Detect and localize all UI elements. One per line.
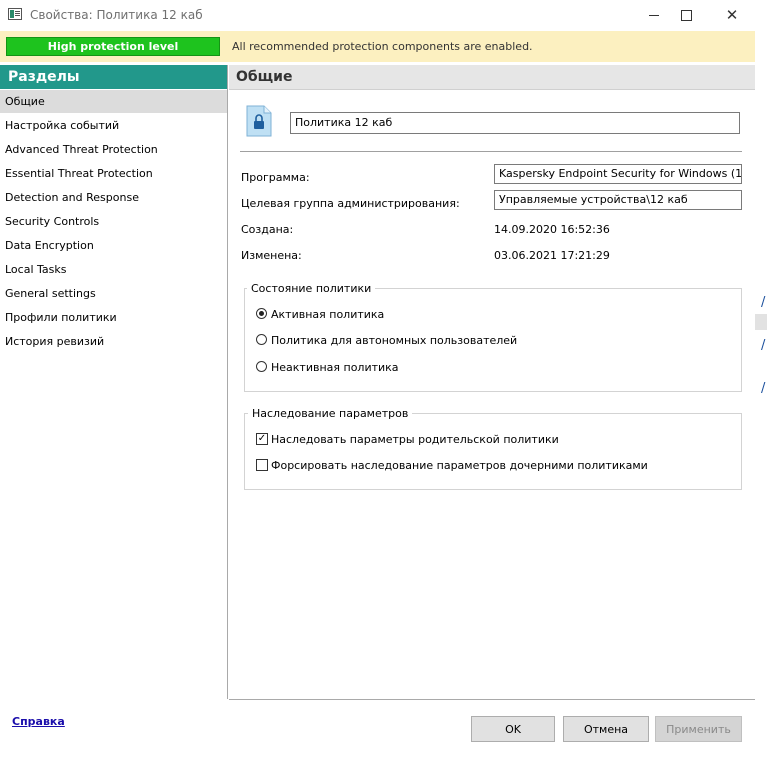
sidebar-item-detection-response[interactable]: Detection and Response bbox=[0, 186, 227, 209]
ok-button[interactable]: OK bbox=[471, 716, 555, 742]
sidebar-item-event-settings[interactable]: Настройка событий bbox=[0, 114, 227, 137]
sidebar-item-general[interactable]: Общие bbox=[0, 90, 227, 113]
protection-status-message: All recommended protection components ar… bbox=[232, 40, 533, 53]
minimize-icon bbox=[649, 15, 659, 16]
inheritance-group bbox=[244, 413, 742, 490]
scrollbar-thumb[interactable] bbox=[755, 314, 767, 330]
sidebar-item-policy-profiles[interactable]: Профили политики bbox=[0, 306, 227, 329]
right-edge bbox=[755, 31, 767, 761]
sidebar-item-advanced-threat-protection[interactable]: Advanced Threat Protection bbox=[0, 138, 227, 161]
close-button[interactable]: ✕ bbox=[709, 0, 755, 31]
created-value: 14.09.2020 16:52:36 bbox=[494, 223, 610, 236]
edge-marker-icon: / bbox=[761, 339, 766, 353]
sidebar-item-data-encryption[interactable]: Data Encryption bbox=[0, 234, 227, 257]
inherit-parent-label[interactable]: Наследовать параметры родительской полит… bbox=[271, 433, 559, 446]
edge-marker-icon: / bbox=[761, 382, 766, 396]
modified-label: Изменена: bbox=[241, 249, 302, 262]
inheritance-title: Наследование параметров bbox=[248, 407, 413, 420]
checkmark-icon: ✓ bbox=[257, 433, 267, 444]
target-group-field[interactable]: Управляемые устройства\12 каб bbox=[494, 190, 742, 210]
sections-sidebar: Разделы Общие Настройка событий Advanced… bbox=[0, 65, 228, 699]
force-inheritance-label[interactable]: Форсировать наследование параметров доче… bbox=[271, 459, 648, 472]
footer-separator bbox=[229, 699, 755, 700]
sidebar-item-revision-history[interactable]: История ревизий bbox=[0, 330, 227, 353]
policy-document-icon bbox=[246, 105, 272, 137]
radio-offline-policy-label[interactable]: Политика для автономных пользователей bbox=[271, 334, 517, 347]
app-window-icon bbox=[8, 8, 22, 20]
program-label: Программа: bbox=[241, 171, 310, 184]
cancel-button[interactable]: Отмена bbox=[563, 716, 649, 742]
inherit-parent-checkbox[interactable]: ✓ bbox=[256, 433, 268, 445]
maximize-icon bbox=[680, 10, 692, 21]
separator bbox=[240, 151, 742, 152]
target-group-label: Целевая группа администрирования: bbox=[241, 197, 460, 210]
edge-marker-icon: / bbox=[761, 296, 766, 310]
program-field[interactable]: Kaspersky Endpoint Security for Windows … bbox=[494, 164, 742, 184]
sidebar-item-local-tasks[interactable]: Local Tasks bbox=[0, 258, 227, 281]
created-label: Создана: bbox=[241, 223, 294, 236]
sidebar-item-essential-threat-protection[interactable]: Essential Threat Protection bbox=[0, 162, 227, 185]
sidebar-item-security-controls[interactable]: Security Controls bbox=[0, 210, 227, 233]
radio-inactive-policy[interactable] bbox=[256, 361, 267, 372]
sidebar-item-general-settings[interactable]: General settings bbox=[0, 282, 227, 305]
radio-active-policy-label[interactable]: Активная политика bbox=[271, 308, 384, 321]
policy-name-field[interactable]: Политика 12 каб bbox=[290, 112, 740, 134]
close-icon: ✕ bbox=[725, 6, 739, 24]
policy-state-title: Состояние политики bbox=[247, 282, 376, 295]
help-link[interactable]: Справка bbox=[12, 715, 65, 728]
radio-inactive-policy-label[interactable]: Неактивная политика bbox=[271, 361, 399, 374]
protection-level-badge: High protection level bbox=[6, 37, 220, 56]
force-inheritance-checkbox[interactable] bbox=[256, 459, 268, 471]
maximize-button[interactable] bbox=[663, 0, 709, 31]
section-heading: Общие bbox=[229, 65, 755, 90]
radio-active-policy[interactable] bbox=[256, 308, 267, 319]
radio-offline-policy[interactable] bbox=[256, 334, 267, 345]
protection-status-bar: High protection level All recommended pr… bbox=[0, 31, 755, 62]
modified-value: 03.06.2021 17:21:29 bbox=[494, 249, 610, 262]
title-bar: Свойства: Политика 12 каб ✕ bbox=[0, 0, 767, 31]
sidebar-heading: Разделы bbox=[0, 65, 227, 89]
apply-button[interactable]: Применить bbox=[655, 716, 742, 742]
window-title: Свойства: Политика 12 каб bbox=[30, 8, 203, 22]
